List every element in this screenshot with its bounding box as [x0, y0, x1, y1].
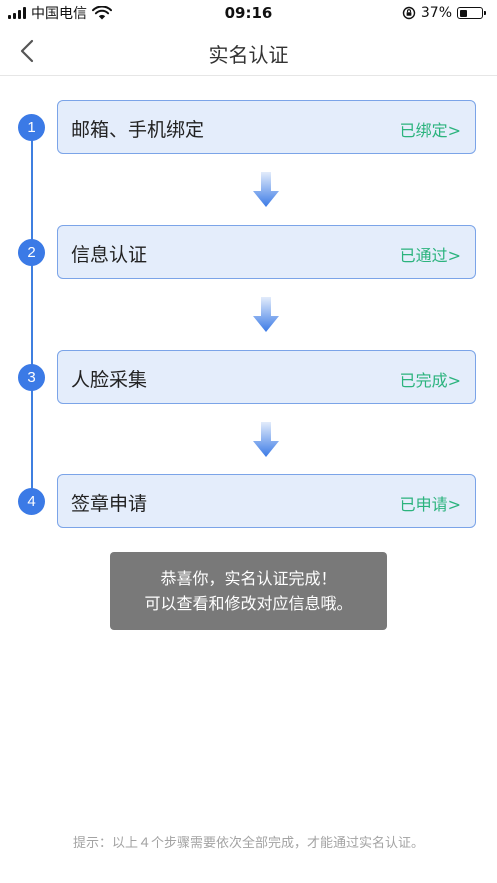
- step-status: 已绑定>: [399, 121, 461, 140]
- step-1: 1 邮箱、手机绑定 已绑定>: [0, 100, 497, 154]
- step-title: 邮箱、手机绑定: [71, 119, 205, 141]
- status-bar: 中国电信 09:16 37%: [0, 0, 497, 26]
- step-status: 已完成>: [399, 371, 461, 390]
- step-card-face[interactable]: 人脸采集 已完成>: [57, 350, 476, 404]
- step-card-signature[interactable]: 签章申请 已申请>: [57, 474, 476, 528]
- arrow-down-icon: [253, 297, 279, 332]
- battery-percent: 37%: [420, 5, 452, 21]
- step-2: 2 信息认证 已通过>: [0, 225, 497, 279]
- step-card-info[interactable]: 信息认证 已通过>: [57, 225, 476, 279]
- page-title: 实名认证: [208, 43, 289, 67]
- toast-line-2: 可以查看和修改对应信息哦。: [144, 594, 353, 613]
- step-status: 已通过>: [399, 246, 461, 265]
- step-title: 信息认证: [71, 244, 148, 266]
- toast-line-1: 恭喜你，实名认证完成！: [160, 569, 337, 588]
- step-4: 4 签章申请 已申请>: [0, 474, 497, 528]
- step-card-binding[interactable]: 邮箱、手机绑定 已绑定>: [57, 100, 476, 154]
- status-bar-right: 37%: [402, 4, 486, 22]
- nav-bar: 实名认证: [0, 26, 497, 76]
- footer-tip: 提示：以上４个步骤需要依次全部完成，才能通过实名认证。: [72, 836, 424, 851]
- rotation-lock-icon: [402, 6, 416, 20]
- step-title: 人脸采集: [71, 369, 148, 391]
- step-title: 签章申请: [71, 493, 148, 515]
- timeline-line: [31, 127, 33, 502]
- battery-fill: [459, 9, 467, 17]
- battery-cap: [484, 11, 486, 15]
- step-number-badge: 3: [18, 364, 45, 391]
- battery-icon: [457, 7, 486, 19]
- step-number-badge: 4: [18, 488, 45, 515]
- arrow-down-icon: [253, 422, 279, 457]
- arrow-down-icon: [253, 172, 279, 207]
- step-number-badge: 2: [18, 239, 45, 266]
- step-status: 已申请>: [399, 495, 461, 514]
- step-3: 3 人脸采集 已完成>: [0, 350, 497, 404]
- step-number-badge: 1: [18, 114, 45, 141]
- success-toast: 恭喜你，实名认证完成！ 可以查看和修改对应信息哦。: [110, 552, 387, 630]
